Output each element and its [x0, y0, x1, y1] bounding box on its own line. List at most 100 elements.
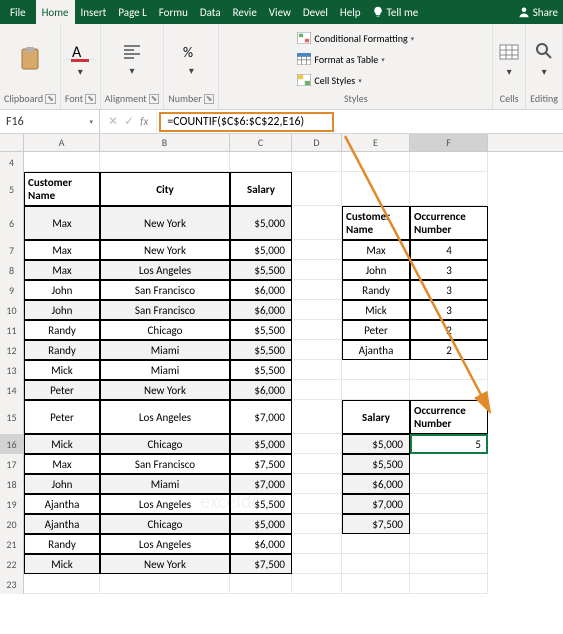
- row-header[interactable]: 12: [0, 340, 24, 360]
- name-box[interactable]: F16 ▾: [0, 110, 100, 133]
- row-header[interactable]: 11: [0, 320, 24, 340]
- cell[interactable]: Max: [24, 454, 100, 474]
- cell[interactable]: John: [24, 300, 100, 320]
- row-header[interactable]: 20: [0, 514, 24, 534]
- cell[interactable]: $5,000: [230, 514, 292, 534]
- cell[interactable]: [292, 380, 342, 400]
- dialog-launcher-icon[interactable]: ⬊: [149, 94, 160, 104]
- cell[interactable]: [410, 514, 488, 534]
- cell[interactable]: Randy: [24, 534, 100, 554]
- cell[interactable]: Los Angeles: [100, 400, 230, 434]
- dialog-launcher-icon[interactable]: ⬊: [204, 94, 215, 104]
- cell[interactable]: $7,500: [230, 554, 292, 574]
- cell[interactable]: [410, 474, 488, 494]
- cell[interactable]: [292, 474, 342, 494]
- cell[interactable]: 4: [410, 240, 488, 260]
- row-header[interactable]: 19: [0, 494, 24, 514]
- cell[interactable]: [410, 360, 488, 380]
- cell[interactable]: Mick: [342, 300, 410, 320]
- cell[interactable]: Randy: [24, 320, 100, 340]
- cell[interactable]: Max: [24, 206, 100, 240]
- cell[interactable]: Chicago: [100, 434, 230, 454]
- row-header[interactable]: 23: [0, 574, 24, 594]
- cell[interactable]: [100, 574, 230, 594]
- row-header[interactable]: 7: [0, 240, 24, 260]
- cell[interactable]: 3: [410, 300, 488, 320]
- cell[interactable]: $5,000: [342, 434, 410, 454]
- cell[interactable]: $6,000: [230, 534, 292, 554]
- cell[interactable]: [292, 240, 342, 260]
- cell[interactable]: New York: [100, 554, 230, 574]
- cell[interactable]: Ajantha: [342, 340, 410, 360]
- cell[interactable]: $7,000: [342, 494, 410, 514]
- editing-button[interactable]: ▾: [532, 39, 556, 80]
- number-button[interactable]: % ▾: [179, 40, 203, 79]
- cell[interactable]: [292, 300, 342, 320]
- cell[interactable]: [342, 172, 410, 206]
- row-header[interactable]: 5: [0, 172, 24, 206]
- cell[interactable]: John: [24, 474, 100, 494]
- cell[interactable]: Max: [342, 240, 410, 260]
- tell-me[interactable]: Tell me: [367, 6, 424, 19]
- row-header[interactable]: 6: [0, 206, 24, 240]
- worksheet-grid[interactable]: A B C D E F 45Customer NameCitySalary6Ma…: [0, 134, 563, 594]
- cell[interactable]: $5,500: [230, 494, 292, 514]
- cell[interactable]: [100, 152, 230, 172]
- cell[interactable]: [230, 574, 292, 594]
- cell[interactable]: [410, 574, 488, 594]
- row-header[interactable]: 21: [0, 534, 24, 554]
- row-header[interactable]: 17: [0, 454, 24, 474]
- cell[interactable]: [292, 320, 342, 340]
- row-header[interactable]: 18: [0, 474, 24, 494]
- cell[interactable]: [292, 260, 342, 280]
- col-header-F[interactable]: F: [410, 134, 488, 151]
- alignment-button[interactable]: ▾: [120, 40, 144, 79]
- cell[interactable]: $5,500: [342, 454, 410, 474]
- cell[interactable]: $7,000: [230, 474, 292, 494]
- cell[interactable]: $5,000: [230, 206, 292, 240]
- cell[interactable]: 3: [410, 280, 488, 300]
- row-header[interactable]: 10: [0, 300, 24, 320]
- tab-developer[interactable]: Devel: [297, 0, 334, 24]
- formula-input[interactable]: =COUNTIF($C$6:$C$22,E16): [159, 112, 334, 132]
- cell[interactable]: New York: [100, 380, 230, 400]
- cell[interactable]: [292, 534, 342, 554]
- cell[interactable]: 2: [410, 340, 488, 360]
- cell[interactable]: [342, 574, 410, 594]
- share-button[interactable]: Share: [513, 6, 563, 19]
- cell[interactable]: $6,000: [230, 280, 292, 300]
- cell[interactable]: [342, 534, 410, 554]
- select-all-corner[interactable]: [0, 134, 24, 151]
- tab-home[interactable]: Home: [36, 0, 75, 24]
- cell[interactable]: Peter: [24, 400, 100, 434]
- cell[interactable]: $5,500: [230, 340, 292, 360]
- tab-file[interactable]: File: [0, 0, 36, 24]
- cell[interactable]: $6,000: [230, 300, 292, 320]
- cell-styles-button[interactable]: Cell Styles ▾: [295, 70, 416, 90]
- cell[interactable]: Randy: [24, 340, 100, 360]
- conditional-formatting-button[interactable]: Conditional Formatting ▾: [295, 28, 416, 48]
- cell[interactable]: Occurrence Number: [410, 206, 488, 240]
- cell[interactable]: $5,500: [230, 360, 292, 380]
- cells-button[interactable]: ▾: [497, 39, 521, 80]
- cell[interactable]: New York: [100, 240, 230, 260]
- cell[interactable]: [292, 152, 342, 172]
- fx-icon[interactable]: fx: [140, 115, 148, 128]
- cell[interactable]: Miami: [100, 360, 230, 380]
- cell[interactable]: Occurrence Number: [410, 400, 488, 434]
- font-button[interactable]: A ▾: [69, 39, 91, 80]
- row-header[interactable]: 4: [0, 152, 24, 172]
- cell[interactable]: Chicago: [100, 320, 230, 340]
- cell[interactable]: [410, 454, 488, 474]
- row-header[interactable]: 14: [0, 380, 24, 400]
- cell[interactable]: $7,500: [230, 454, 292, 474]
- tab-view[interactable]: View: [263, 0, 297, 24]
- col-header-D[interactable]: D: [292, 134, 342, 151]
- row-header[interactable]: 22: [0, 554, 24, 574]
- cell[interactable]: Salary: [230, 172, 292, 206]
- cell[interactable]: [410, 152, 488, 172]
- cell[interactable]: [410, 172, 488, 206]
- cell[interactable]: Max: [24, 260, 100, 280]
- cell[interactable]: [292, 206, 342, 240]
- cell[interactable]: Ajantha: [24, 514, 100, 534]
